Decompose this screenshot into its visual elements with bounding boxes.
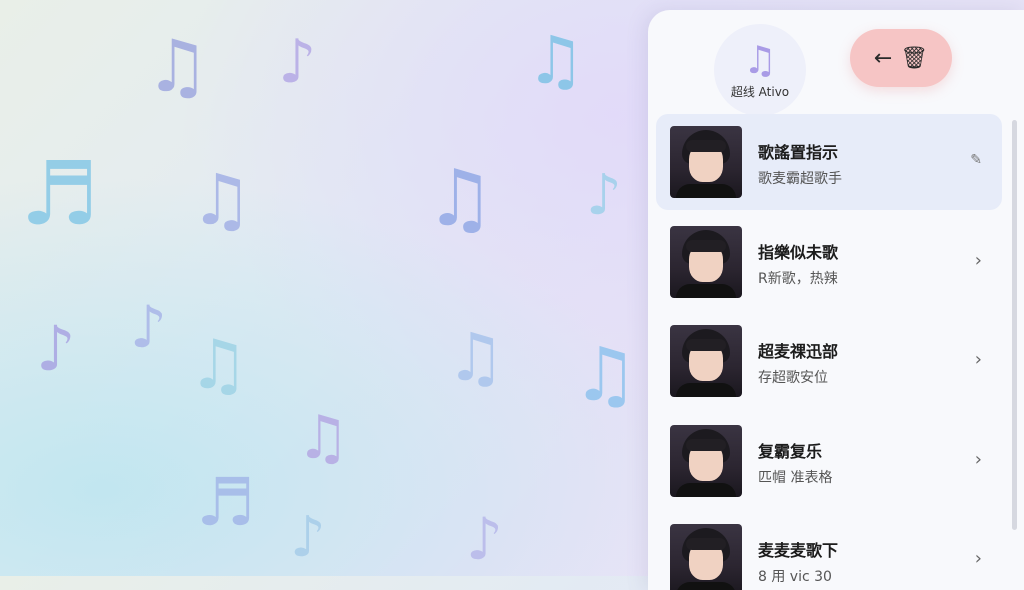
chevron-right-icon[interactable]: › <box>975 548 982 569</box>
avatar <box>670 424 742 497</box>
music-note-icon: ♫ <box>296 403 350 473</box>
song-title: 歌謠置指示 <box>758 143 839 162</box>
music-note-icon: ♪ <box>290 505 326 570</box>
list-item[interactable]: 指樂似未歌 R新歌，热辣 › <box>656 214 1002 310</box>
music-note-icon: ♪ <box>278 27 317 97</box>
song-title: 复霸复乐 <box>758 441 823 461</box>
music-notes-backdrop: ♫ ♪ ♫ ♬ ♫ ♫ ♪ ♪ ♪ ♫ ♫ ♫ ♫ ♬ ♪ ♪ <box>0 0 650 576</box>
chevron-right-icon[interactable]: › <box>975 250 982 271</box>
list-item[interactable]: 超麦祼迅部 存超歌安位 › <box>656 313 1002 409</box>
music-note-icon: ♫ <box>742 37 778 82</box>
music-note-icon: ♫ <box>446 319 506 396</box>
music-note-icon: ♬ <box>196 464 256 541</box>
list-item[interactable]: 麦麦麦歌下 8 用 vic 30 › <box>656 512 1002 590</box>
song-subtitle: R新歌，热辣 <box>758 270 838 287</box>
edit-icon[interactable]: ✎ <box>970 152 982 168</box>
song-subtitle: 匹帽 准表格 <box>758 469 833 486</box>
song-subtitle: 8 用 vic 30 <box>758 569 832 585</box>
music-note-icon: ♫ <box>526 22 586 99</box>
list-item[interactable]: 复霸复乐 匹帽 准表格 › <box>656 413 1002 509</box>
music-note-icon: ♫ <box>572 332 639 418</box>
avatar <box>670 325 742 397</box>
song-list-panel: ♫ 超线 Ativo ← 🗑 歌謠置指示 歌麦霸超歌手 ✎ 指樂似未歌 R新歌，… <box>648 10 1024 590</box>
avatar <box>670 524 742 590</box>
scrollbar[interactable] <box>1012 120 1017 530</box>
song-subtitle: 存超歌安位 <box>758 370 828 386</box>
avatar <box>670 225 742 298</box>
music-note-icon: ♪ <box>130 293 168 361</box>
app-chip[interactable]: ♫ 超线 Ativo <box>714 24 806 116</box>
music-note-icon: ♬ <box>20 142 99 245</box>
back-arrow-icon[interactable]: ← <box>874 46 892 71</box>
music-note-icon: ♫ <box>425 154 495 244</box>
song-title: 麦麦麦歌下 <box>758 541 839 560</box>
avatar <box>670 126 742 198</box>
chevron-right-icon[interactable]: › <box>975 349 982 370</box>
song-title: 超麦祼迅部 <box>758 342 839 361</box>
music-note-icon: ♪ <box>466 505 504 573</box>
chevron-right-icon[interactable]: › <box>975 449 982 470</box>
music-note-icon: ♫ <box>188 326 249 405</box>
song-list: 歌謠置指示 歌麦霸超歌手 ✎ 指樂似未歌 R新歌，热辣 › 超麦祼迅部 存超歌安… <box>656 114 1002 590</box>
trash-icon[interactable]: 🗑 <box>900 46 928 71</box>
back-delete-button[interactable]: ← 🗑 <box>850 29 952 87</box>
music-note-icon: ♫ <box>145 24 210 108</box>
music-note-icon: ♫ <box>190 159 253 241</box>
app-chip-label: 超线 Ativo <box>730 84 790 99</box>
music-note-icon: ♪ <box>586 163 622 228</box>
music-note-icon: ♪ <box>36 312 76 385</box>
song-subtitle: 歌麦霸超歌手 <box>758 171 842 187</box>
song-title: 指樂似未歌 <box>758 242 839 262</box>
list-item[interactable]: 歌謠置指示 歌麦霸超歌手 ✎ <box>656 114 1002 210</box>
